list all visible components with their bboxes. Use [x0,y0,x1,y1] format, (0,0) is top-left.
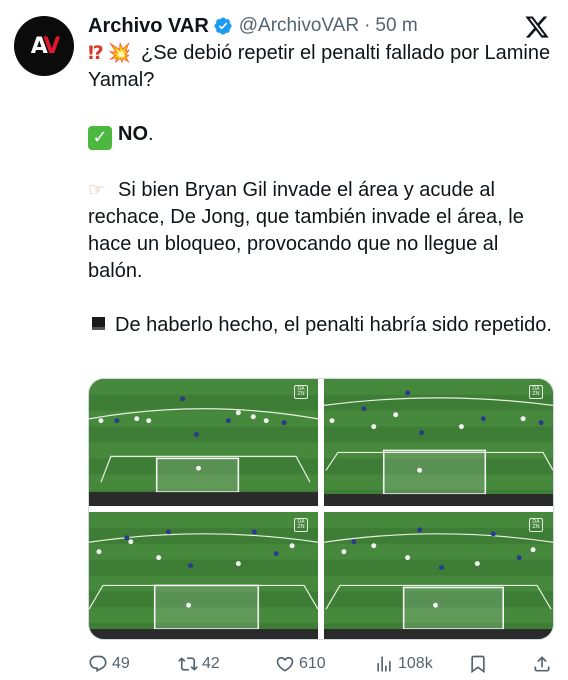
repost-icon [178,657,198,671]
explanation-text: Si bien Bryan Gil invade el área y acude… [88,178,524,282]
question-paragraph: ⁉ 💥 ¿Se debió repetir el penalti fallado … [88,40,558,94]
x-logo-icon[interactable] [524,14,550,40]
separator-dot: · [364,15,371,36]
reply-count: 49 [112,655,130,672]
bookmark-icon [471,655,485,674]
pitch-image [89,379,318,506]
pitch-image [324,512,553,639]
share-icon [534,656,550,672]
interrobang-emoji-icon: ⁉ [88,43,104,64]
views-icon [377,656,391,672]
verified-badge-icon [214,17,232,35]
author-name[interactable]: Archivo VAR [88,15,209,38]
tweet-header: Archivo VAR @ArchivoVAR · 50 m [88,12,418,40]
black-square-icon [92,316,105,330]
views-count: 108k [398,655,433,672]
answer-paragraph: ✓ NO. [88,121,558,150]
action-bar: 49 42 610 108k [88,650,558,678]
watermark: DA ZN [294,385,308,399]
media-grid: DA ZN DA ZN DA ZN DA ZN [88,378,554,640]
media-image-2[interactable]: DA ZN [324,379,553,506]
answer-text: NO [118,123,148,145]
pitch-image [89,512,318,639]
question-text: ¿Se debió repetir el penalti fallado por… [88,42,551,91]
like-button[interactable]: 610 [275,654,326,674]
pointing-finger-icon: ☞ [88,179,106,201]
share-button[interactable] [532,654,552,674]
like-count: 610 [299,655,326,672]
pitch-image [324,379,553,506]
avatar-logo: AV [30,33,61,59]
conclusion-paragraph: De haberlo hecho, el penalti habría sido… [88,312,558,339]
views-button[interactable]: 108k [374,654,433,674]
post-time[interactable]: 50 m [375,15,417,37]
media-image-4[interactable]: DA ZN [324,512,553,639]
author-handle[interactable]: @ArchivoVAR [239,15,359,37]
heart-icon [276,656,294,672]
check-mark-icon: ✓ [88,125,112,150]
answer-tail: . [148,123,154,145]
conclusion-text: De haberlo hecho, el penalti habría sido… [115,313,552,336]
repost-count: 42 [202,655,220,672]
collision-emoji-icon: 💥 [107,43,132,64]
reply-icon [89,655,107,673]
watermark: DA ZN [294,518,308,532]
watermark: DA ZN [529,518,543,532]
media-image-3[interactable]: DA ZN [89,512,318,639]
watermark: DA ZN [529,385,543,399]
avatar[interactable]: AV [14,16,74,76]
repost-button[interactable]: 42 [178,654,220,674]
media-image-1[interactable]: DA ZN [89,379,318,506]
bookmark-button[interactable] [468,654,488,674]
reply-button[interactable]: 49 [88,654,130,674]
tweet-body: ⁉ 💥 ¿Se debió repetir el penalti fallado … [88,40,558,339]
explanation-paragraph: ☞ Si bien Bryan Gil invade el área y acud… [88,177,558,285]
